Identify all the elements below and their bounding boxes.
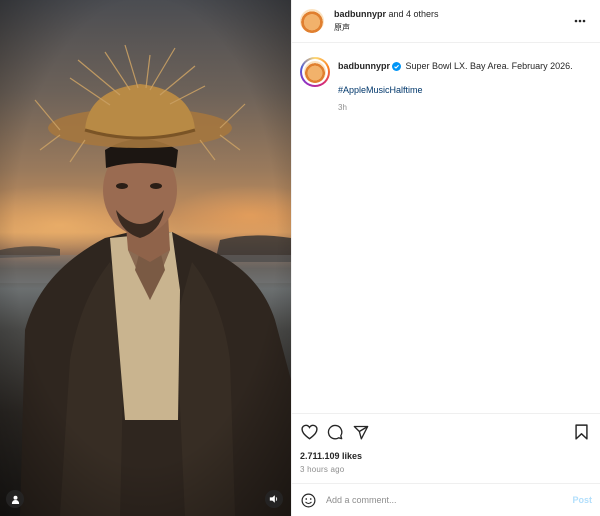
send-icon bbox=[353, 425, 369, 440]
save-button[interactable] bbox=[572, 423, 590, 441]
audio-label[interactable]: 原声 bbox=[334, 21, 570, 34]
share-button[interactable] bbox=[352, 423, 370, 441]
heart-icon bbox=[300, 424, 318, 440]
emoji-icon bbox=[301, 493, 315, 507]
speaker-icon bbox=[269, 495, 278, 503]
verified-badge-icon bbox=[392, 62, 401, 71]
user-tag-button[interactable] bbox=[6, 490, 24, 508]
caption: badbunnypr Super Bowl LX. Bay Area. Febr… bbox=[300, 57, 592, 114]
user-tag-icon bbox=[11, 495, 19, 504]
author-avatar[interactable] bbox=[300, 9, 324, 33]
video-frame bbox=[0, 0, 291, 516]
post-media-video[interactable] bbox=[0, 0, 291, 516]
instagram-post: badbunnypr and 4 others 原声 badbunnypr Su… bbox=[0, 0, 600, 516]
caption-text: Super Bowl LX. Bay Area. February 2026. bbox=[405, 61, 573, 71]
caption-area: badbunnypr Super Bowl LX. Bay Area. Febr… bbox=[292, 43, 600, 413]
comment-button[interactable] bbox=[326, 423, 344, 441]
collab-line: badbunnypr and 4 others bbox=[334, 8, 570, 21]
more-horizontal-icon bbox=[574, 19, 586, 23]
caption-avatar bbox=[304, 61, 326, 83]
hashtag-link[interactable]: #AppleMusicHalftime bbox=[338, 84, 423, 96]
post-comment-button[interactable]: Post bbox=[572, 495, 592, 505]
header-username[interactable]: badbunnypr bbox=[334, 9, 386, 19]
comment-input[interactable] bbox=[326, 495, 573, 505]
header-text: badbunnypr and 4 others 原声 bbox=[334, 8, 570, 34]
action-bar bbox=[300, 422, 592, 442]
collab-suffix[interactable]: and 4 others bbox=[389, 9, 439, 19]
audio-toggle-button[interactable] bbox=[265, 490, 283, 508]
caption-age: 3h bbox=[338, 103, 347, 112]
emoji-button[interactable] bbox=[300, 492, 316, 508]
bookmark-icon bbox=[574, 424, 588, 440]
post-timestamp[interactable]: 3 hours ago bbox=[300, 465, 592, 474]
caption-body: badbunnypr Super Bowl LX. Bay Area. Febr… bbox=[338, 57, 573, 114]
post-actions: 2.711.109 likes 3 hours ago bbox=[292, 413, 600, 474]
likes-count[interactable]: 2.711.109 likes bbox=[300, 451, 592, 461]
comment-icon bbox=[327, 424, 343, 440]
caption-avatar-ring[interactable] bbox=[300, 57, 330, 87]
more-options-button[interactable] bbox=[570, 11, 590, 31]
like-button[interactable] bbox=[300, 423, 318, 441]
comment-bar: Post bbox=[292, 483, 600, 516]
caption-username[interactable]: badbunnypr bbox=[338, 61, 390, 71]
post-sidebar: badbunnypr and 4 others 原声 badbunnypr Su… bbox=[291, 0, 600, 516]
post-header: badbunnypr and 4 others 原声 bbox=[292, 0, 600, 43]
